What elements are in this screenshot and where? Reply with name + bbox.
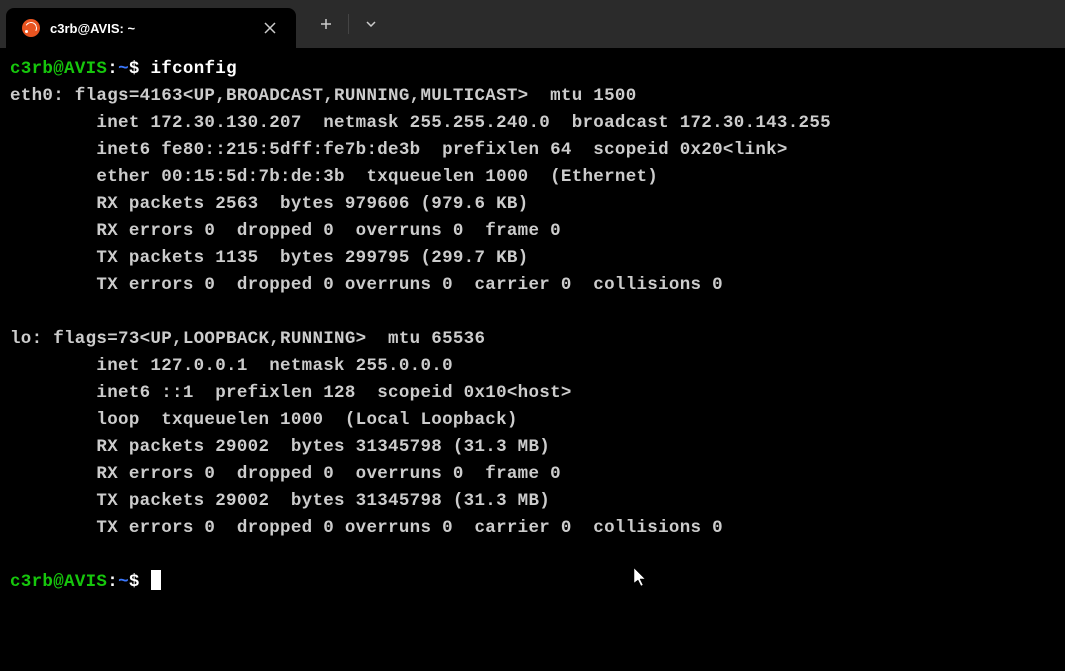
output-line: TX errors 0 dropped 0 overruns 0 carrier… xyxy=(10,518,723,538)
tab-bar: c3rb@AVIS: ~ xyxy=(0,0,1065,48)
terminal-tab[interactable]: c3rb@AVIS: ~ xyxy=(6,8,296,48)
close-icon[interactable] xyxy=(260,18,280,38)
prompt-colon: : xyxy=(107,59,118,79)
output-line: RX errors 0 dropped 0 overruns 0 frame 0 xyxy=(10,464,561,484)
tab-title: c3rb@AVIS: ~ xyxy=(50,21,250,36)
prompt-colon: : xyxy=(107,572,118,592)
output-line: TX packets 1135 bytes 299795 (299.7 KB) xyxy=(10,248,528,268)
output-line: TX errors 0 dropped 0 overruns 0 carrier… xyxy=(10,275,723,295)
terminal-content[interactable]: c3rb@AVIS:~$ ifconfig eth0: flags=4163<U… xyxy=(0,48,1065,671)
output-line: inet 172.30.130.207 netmask 255.255.240.… xyxy=(10,113,831,133)
prompt-user: c3rb xyxy=(10,59,53,79)
output-line: inet6 fe80::215:5dff:fe7b:de3b prefixlen… xyxy=(10,140,788,160)
prompt-user: c3rb xyxy=(10,572,53,592)
ubuntu-icon xyxy=(22,19,40,37)
divider xyxy=(348,14,349,34)
output-line: RX packets 29002 bytes 31345798 (31.3 MB… xyxy=(10,437,550,457)
output-line: lo: flags=73<UP,LOOPBACK,RUNNING> mtu 65… xyxy=(10,329,485,349)
output-line: ether 00:15:5d:7b:de:3b txqueuelen 1000 … xyxy=(10,167,658,187)
prompt-path: ~ xyxy=(118,59,129,79)
prompt-host: AVIS xyxy=(64,59,107,79)
output-line: eth0: flags=4163<UP,BROADCAST,RUNNING,MU… xyxy=(10,86,637,106)
terminal-output: c3rb@AVIS:~$ ifconfig eth0: flags=4163<U… xyxy=(10,56,1055,596)
output-line: inet 127.0.0.1 netmask 255.0.0.0 xyxy=(10,356,453,376)
prompt-host: AVIS xyxy=(64,572,107,592)
prompt-path: ~ xyxy=(118,572,129,592)
new-tab-button[interactable] xyxy=(308,6,344,42)
tab-actions xyxy=(308,6,389,42)
output-line: RX packets 2563 bytes 979606 (979.6 KB) xyxy=(10,194,528,214)
prompt-at: @ xyxy=(53,59,64,79)
prompt-symbol: $ xyxy=(129,572,140,592)
output-line: TX packets 29002 bytes 31345798 (31.3 MB… xyxy=(10,491,550,511)
output-line: inet6 ::1 prefixlen 128 scopeid 0x10<hos… xyxy=(10,383,572,403)
command-input: ifconfig xyxy=(151,59,237,79)
cursor xyxy=(151,570,161,590)
prompt-at: @ xyxy=(53,572,64,592)
prompt-symbol: $ xyxy=(129,59,140,79)
tab-dropdown-button[interactable] xyxy=(353,6,389,42)
output-line: RX errors 0 dropped 0 overruns 0 frame 0 xyxy=(10,221,561,241)
output-line: loop txqueuelen 1000 (Local Loopback) xyxy=(10,410,518,430)
